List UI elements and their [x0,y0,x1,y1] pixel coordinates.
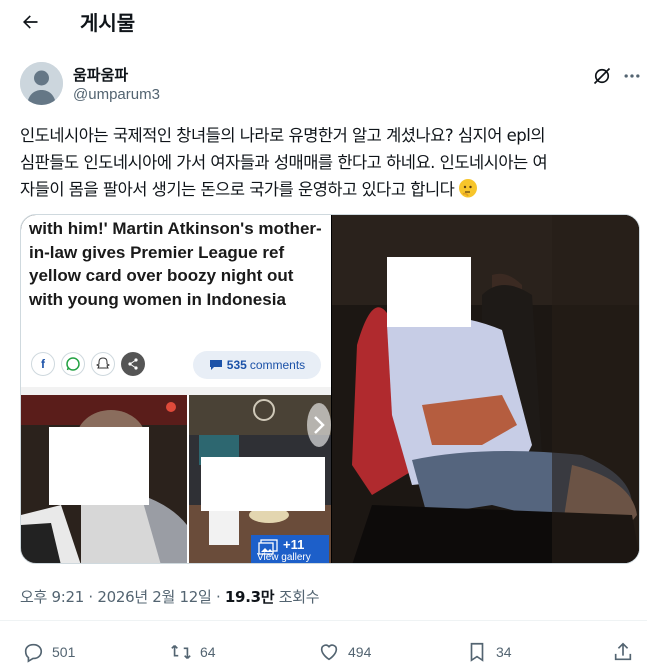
redaction-box [49,427,149,505]
more-icon [624,74,640,78]
top-bar: 게시물 [0,0,647,44]
media-image-photo[interactable] [332,215,639,563]
page-title: 게시물 [80,11,136,35]
author-row: 움파움파 @umparum3 [20,62,640,106]
tweet-text-line: 자들이 몸을 팔아서 생기는 돈으로 국가를 운영하고 있다고 합니다 [20,176,630,203]
media-attachment[interactable]: with him!' Martin Atkinson's mother-in-l… [20,214,640,564]
grok-icon [593,67,611,85]
reply-count: 501 [52,644,76,660]
avatar[interactable] [20,62,63,105]
media-image-article[interactable]: with him!' Martin Atkinson's mother-in-l… [21,215,331,563]
comments-pill: 535 comments [193,351,321,379]
whatsapp-icon [61,352,85,376]
reply-icon [24,643,43,663]
chevron-right-icon [314,416,325,434]
repost-button[interactable]: 64 [170,640,216,664]
default-avatar-icon [20,62,63,105]
repost-icon [171,644,191,660]
meta-separator: · [88,588,93,606]
more-options-button[interactable] [622,66,642,88]
snapchat-icon [91,352,115,376]
like-count: 494 [348,644,372,660]
meta-separator: · [215,588,221,606]
view-gallery-button[interactable]: +11 View gallery [251,535,329,563]
reply-button[interactable]: 501 [22,640,75,664]
divider [21,387,331,395]
back-button[interactable] [14,6,46,38]
redaction-box [201,457,325,511]
action-bar: 501 64 494 34 [0,632,647,664]
redaction-box [387,257,471,327]
share-upload-icon [614,642,632,661]
article-photo: +11 View gallery [189,395,331,563]
gallery-next-button[interactable] [307,403,331,447]
thinking-face-emoji [459,179,478,198]
tweet-date[interactable]: 2026년 2월 12일 [97,588,211,606]
gallery-label: View gallery [257,552,311,563]
tweet-time: 오후 9:21 [20,588,84,606]
grok-button[interactable] [592,66,614,88]
comment-bubble-icon [209,360,222,370]
article-photo [21,395,187,563]
bookmark-count: 34 [496,644,512,660]
view-count: 19.3만 [224,588,275,606]
tweet-text: 인도네시아는 국제적인 창녀들의 나라로 유명한거 알고 계셨나요? 심지어 e… [20,122,630,203]
bookmark-button[interactable]: 34 [466,640,512,664]
author-display-name[interactable]: 움파움파 [73,64,128,85]
author-handle[interactable]: @umparum3 [73,86,160,103]
arrow-left-icon [23,15,38,29]
view-label: 조회수 [278,588,320,606]
like-button[interactable]: 494 [318,640,371,664]
share-row: f 535 comments [29,351,329,379]
divider [0,620,647,621]
repost-count: 64 [200,644,216,660]
tweet-text-segment: 자들이 몸을 팔아서 생기는 돈으로 국가를 운영하고 있다고 합니다 [20,180,455,199]
gallery-count: +11 [283,537,305,552]
facebook-icon: f [31,352,55,376]
tweet-text-line: 심판들도 인도네시아에 가서 여자들과 성매매를 한다고 하네요. 인도네시아는… [20,153,548,172]
bookmark-icon [470,642,484,662]
comments-count: 535 [226,358,247,372]
tweet-text-line: 인도네시아는 국제적인 창녀들의 나라로 유명한거 알고 계셨나요? 심지어 e… [20,126,546,145]
tweet-meta: 오후 9:21 · 2026년 2월 12일 · 19.3만 조회수 [20,586,320,607]
heart-icon [320,644,338,661]
comments-label: comments [249,358,306,372]
share-button[interactable] [612,640,642,664]
share-icon [121,352,145,376]
article-headline: with him!' Martin Atkinson's mother-in-l… [29,219,322,309]
